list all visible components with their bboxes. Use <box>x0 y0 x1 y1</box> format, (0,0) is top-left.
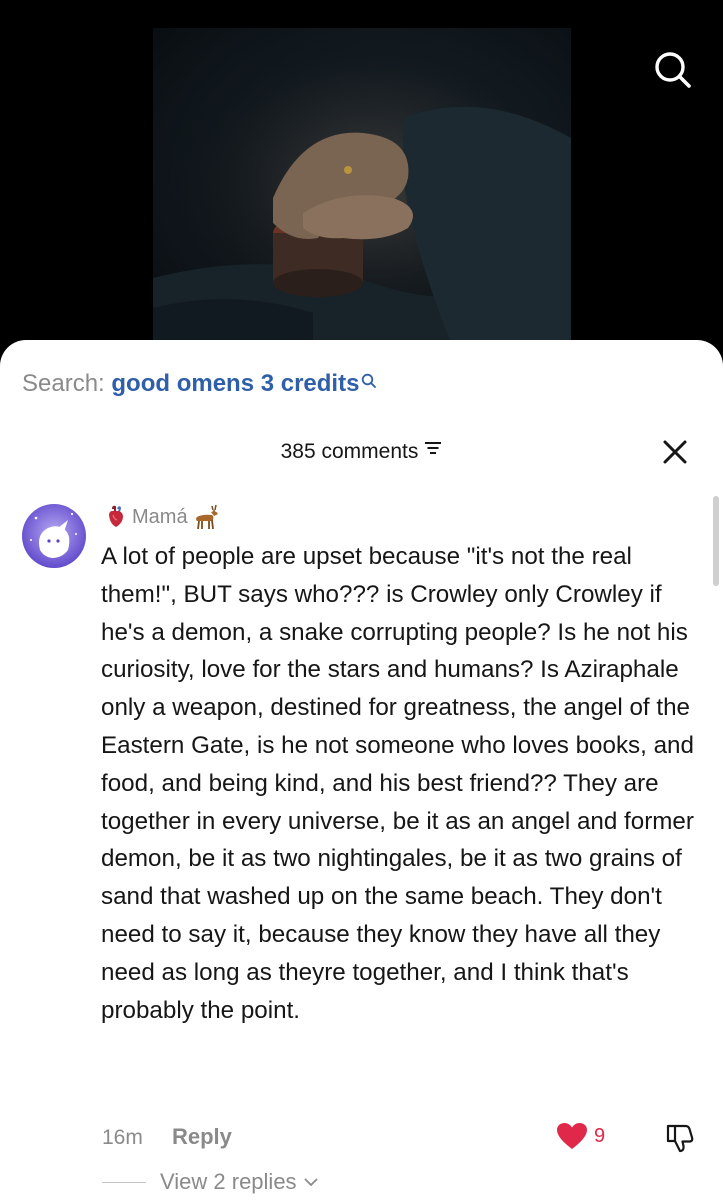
comment-time: 16m <box>102 1126 143 1149</box>
search-prefix: Search: <box>22 370 105 397</box>
video-frame-art <box>153 28 571 348</box>
thumbs-down-icon <box>666 1124 694 1153</box>
deer-emoji <box>195 504 218 530</box>
anatomical-heart-emoji <box>109 505 123 527</box>
heart-icon <box>557 1123 587 1149</box>
comment-username[interactable]: Mamá <box>104 504 222 530</box>
like-count: 9 <box>594 1124 606 1147</box>
like-button[interactable]: 9 <box>556 1122 605 1150</box>
close-icon <box>663 440 687 464</box>
chevron-down-icon <box>303 1178 318 1187</box>
screen: Search: good omens 3 credits 385 comment… <box>0 0 723 1200</box>
search-query-link[interactable]: good omens 3 credits <box>111 370 359 397</box>
view-replies-label: View 2 replies <box>160 1169 297 1194</box>
comment-actions: 16m Reply 9 <box>102 1120 702 1156</box>
comments-sheet: Search: good omens 3 credits 385 comment… <box>0 340 723 1200</box>
search-icon <box>655 52 691 88</box>
comments-header: 385 comments <box>0 436 723 472</box>
video-thumbnail[interactable] <box>153 28 571 348</box>
filter-icon[interactable] <box>424 438 442 462</box>
related-search[interactable]: Search: good omens 3 credits <box>22 370 377 398</box>
search-icon <box>361 368 377 396</box>
replies-divider <box>102 1181 146 1183</box>
comment-count[interactable]: 385 comments <box>0 440 723 464</box>
close-button[interactable] <box>661 438 689 466</box>
comment-count-label: 385 comments <box>280 440 419 463</box>
view-replies-button[interactable]: View 2 replies <box>102 1166 319 1198</box>
avatar[interactable] <box>22 504 86 568</box>
reply-button[interactable]: Reply <box>172 1124 232 1150</box>
search-button[interactable] <box>653 50 693 90</box>
username-label: Mamá <box>132 505 188 528</box>
dislike-button[interactable] <box>664 1122 696 1154</box>
scrollbar[interactable] <box>713 496 719 586</box>
comment-text: A lot of people are upset because "it's … <box>101 543 694 1024</box>
